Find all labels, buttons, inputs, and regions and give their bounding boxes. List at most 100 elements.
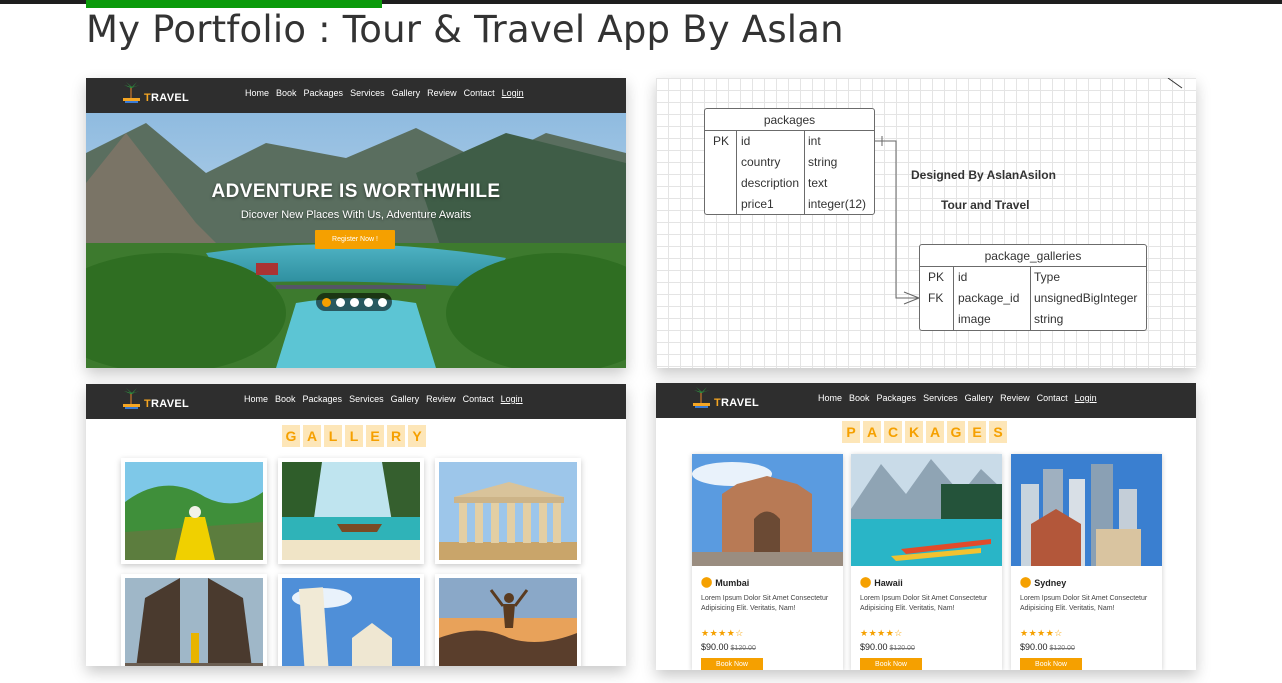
- key-cell: PK: [713, 134, 730, 148]
- book-now-button[interactable]: Book Now: [860, 658, 922, 670]
- nav-book[interactable]: Book: [276, 88, 297, 98]
- heading-letter: K: [905, 421, 923, 443]
- nav-contact[interactable]: Contact: [464, 88, 495, 98]
- packages-screenshot[interactable]: TRAVEL Home Book Packages Services Galle…: [656, 383, 1196, 670]
- nav-contact[interactable]: Contact: [1037, 393, 1068, 403]
- gallery-item[interactable]: [435, 574, 581, 666]
- table-title: packages: [705, 109, 874, 131]
- rating-stars: ★★★★☆: [701, 628, 744, 638]
- heading-letter: E: [968, 421, 986, 443]
- price-current: $90.00: [701, 642, 729, 652]
- heading-letter: Y: [408, 425, 426, 447]
- type-cell: text: [808, 176, 828, 190]
- navbar: TRAVEL Home Book Packages Services Galle…: [656, 383, 1196, 418]
- brand-name-rest: RAVEL: [721, 397, 759, 409]
- nav-home[interactable]: Home: [245, 88, 269, 98]
- package-name: Sydney: [1034, 577, 1067, 588]
- nav-login[interactable]: Login: [501, 394, 523, 404]
- nav-review[interactable]: Review: [1000, 393, 1030, 403]
- heading-letter: A: [863, 421, 881, 443]
- nav-review[interactable]: Review: [427, 88, 457, 98]
- palm-logo-icon: [123, 82, 140, 103]
- price-current: $90.00: [860, 642, 888, 652]
- gallery-item[interactable]: [278, 574, 424, 666]
- nav-gallery[interactable]: Gallery: [965, 393, 994, 403]
- packages-table[interactable]: packages PK id country description price…: [704, 108, 875, 215]
- palm-logo-icon: [123, 388, 140, 409]
- table-title: package_galleries: [920, 245, 1146, 267]
- nav-services[interactable]: Services: [923, 393, 958, 403]
- slider-dot[interactable]: [335, 297, 345, 307]
- key-cell: FK: [928, 291, 944, 305]
- register-button[interactable]: Register Now !: [315, 230, 395, 249]
- location-pin-icon: ⬤: [1020, 577, 1032, 588]
- nav-book[interactable]: Book: [275, 394, 296, 404]
- nav-packages[interactable]: Packages: [303, 394, 343, 404]
- navbar: TRAVEL Home Book Packages Services Galle…: [86, 384, 626, 419]
- nav-packages[interactable]: Packages: [304, 88, 344, 98]
- nav-contact[interactable]: Contact: [463, 394, 494, 404]
- island-photo: [125, 462, 263, 560]
- nav-home[interactable]: Home: [818, 393, 842, 403]
- type-cell: string: [1034, 312, 1064, 326]
- location-pin-icon: ⬤: [701, 577, 713, 588]
- nav-gallery[interactable]: Gallery: [392, 88, 421, 98]
- navbar: TRAVEL Home Book Packages Services Galle…: [86, 78, 626, 113]
- field-cell: country: [741, 155, 781, 169]
- package-galleries-table[interactable]: package_galleries PK FK id package_id im…: [919, 244, 1147, 331]
- page-title: My Portfolio : Tour & Travel App By Asla…: [86, 8, 844, 51]
- progress-accent: [86, 0, 382, 8]
- brand-name-rest: RAVEL: [151, 92, 189, 104]
- hero-screenshot[interactable]: TRAVEL Home Book Packages Services Galle…: [86, 78, 626, 368]
- book-now-button[interactable]: Book Now: [1020, 658, 1082, 670]
- palm-logo-icon: [693, 387, 710, 408]
- nav-services[interactable]: Services: [349, 394, 384, 404]
- book-now-button[interactable]: Book Now: [701, 658, 763, 670]
- field-cell: price1: [741, 197, 774, 211]
- slider-dot[interactable]: [349, 297, 359, 307]
- travel-logo[interactable]: TRAVEL: [122, 388, 202, 414]
- field-cell: image: [958, 312, 991, 326]
- package-description: Lorem Ipsum Dolor Sit Amet Consectetur A…: [860, 595, 988, 612]
- nav-gallery[interactable]: Gallery: [391, 394, 420, 404]
- travel-logo[interactable]: TRAVEL: [122, 82, 202, 108]
- nav-book[interactable]: Book: [849, 393, 870, 403]
- package-card[interactable]: ⬤ Sydney Lorem Ipsum Dolor Sit Amet Cons…: [1011, 454, 1162, 670]
- erd-diagram-screenshot[interactable]: packages PK id country description price…: [656, 78, 1196, 368]
- slider-dot[interactable]: [363, 297, 373, 307]
- key-cell: [713, 152, 736, 173]
- slider-dot[interactable]: [377, 297, 387, 307]
- slider-dot[interactable]: [321, 297, 331, 307]
- heading-letter: E: [366, 425, 384, 447]
- package-description: Lorem Ipsum Dolor Sit Amet Consectetur A…: [701, 595, 829, 612]
- nav-packages[interactable]: Packages: [877, 393, 917, 403]
- key-cell: PK: [928, 270, 945, 284]
- package-card[interactable]: ⬤ Mumbai Lorem Ipsum Dolor Sit Amet Cons…: [692, 454, 843, 670]
- heading-letter: C: [884, 421, 902, 443]
- key-cell: [928, 309, 953, 330]
- gallery-item[interactable]: [278, 458, 424, 564]
- heading-letter: L: [324, 425, 342, 447]
- nav-services[interactable]: Services: [350, 88, 385, 98]
- package-card[interactable]: ⬤ Hawaii Lorem Ipsum Dolor Sit Amet Cons…: [851, 454, 1002, 670]
- field-cell: id: [741, 134, 751, 148]
- hero-subtitle: Dicover New Places With Us, Adventure Aw…: [240, 209, 472, 221]
- key-cell: [713, 194, 736, 215]
- nav-links: Home Book Packages Services Gallery Revi…: [818, 393, 1097, 403]
- travel-logo[interactable]: TRAVEL: [692, 387, 772, 413]
- heading-letter: A: [926, 421, 944, 443]
- price-old: $120.00: [1049, 645, 1075, 652]
- nav-home[interactable]: Home: [244, 394, 268, 404]
- nav-review[interactable]: Review: [426, 394, 456, 404]
- sydney-photo: [1011, 454, 1162, 566]
- heading-letter: L: [345, 425, 363, 447]
- field-cell: id: [958, 270, 968, 284]
- boat-beach-photo: [282, 462, 420, 560]
- nav-login[interactable]: Login: [502, 88, 524, 98]
- gallery-item[interactable]: [121, 574, 267, 666]
- gallery-item[interactable]: [121, 458, 267, 564]
- nav-login[interactable]: Login: [1075, 393, 1097, 403]
- gallery-screenshot[interactable]: TRAVEL Home Book Packages Services Galle…: [86, 384, 626, 666]
- gallery-item[interactable]: [435, 458, 581, 564]
- parthenon-photo: [439, 462, 577, 560]
